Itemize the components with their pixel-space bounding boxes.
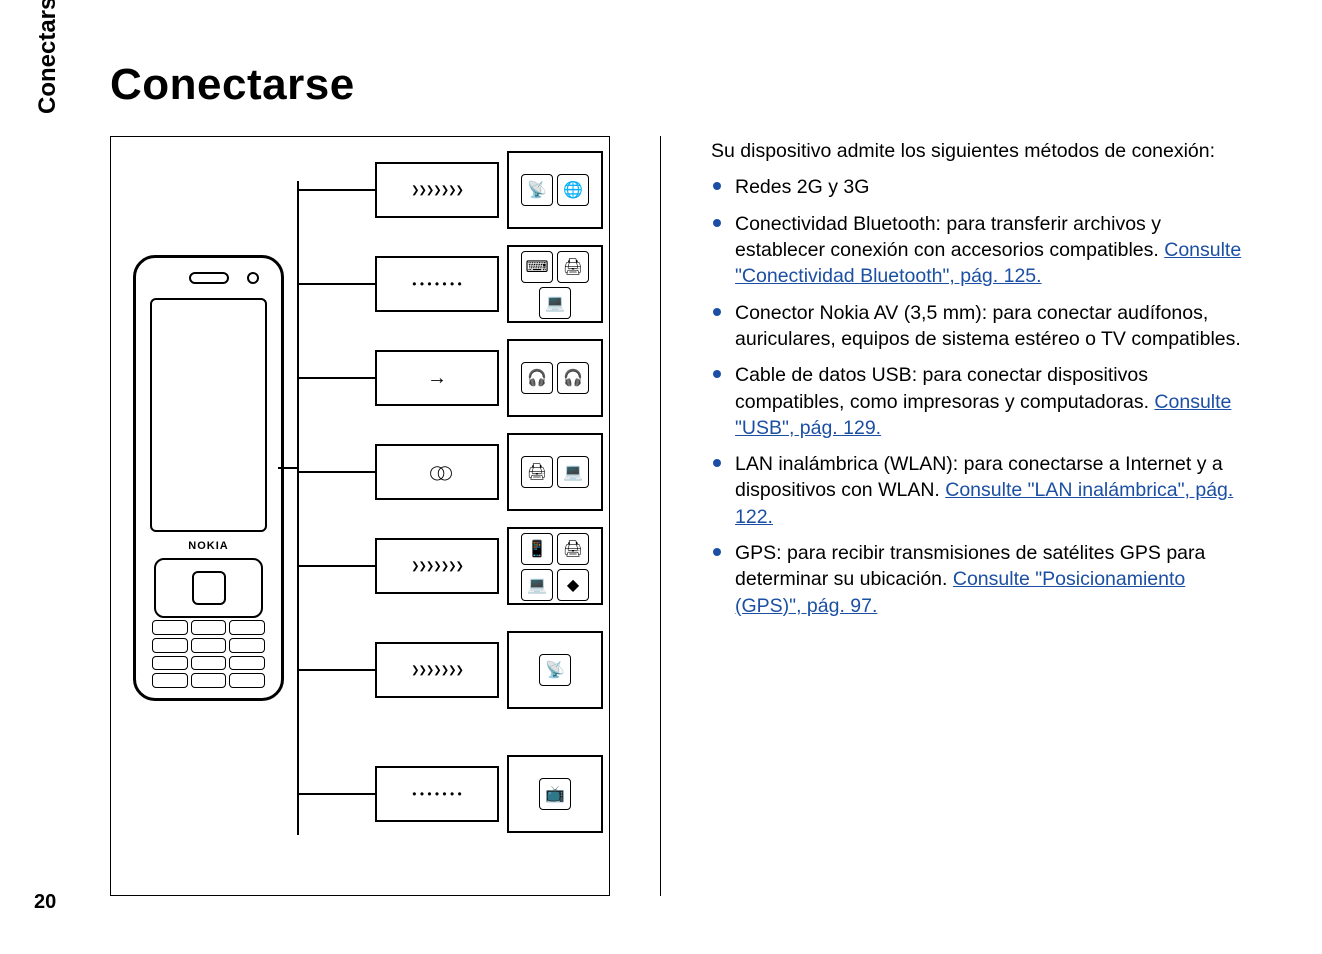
signal-cable-icon [375, 444, 499, 500]
diagram-row: 📡 🌐 [297, 147, 603, 233]
list-item: Conector Nokia AV (3,5 mm): para conecta… [711, 300, 1252, 353]
modem-icon: ◆ [557, 569, 589, 601]
page-title: Conectarse [110, 60, 1252, 110]
diagram-row: 📱 🖨 💻 ◆ [297, 523, 603, 609]
diagram-row: 🎧 🎧 [297, 335, 603, 421]
list-item-text: Conector Nokia AV (3,5 mm): para conecta… [735, 302, 1241, 350]
printer-icon: 🖨 [557, 533, 589, 565]
phone-camera-icon [247, 272, 259, 284]
list-item-text: Redes 2G y 3G [735, 176, 869, 198]
tv-cable-icon: 📺 [539, 778, 571, 810]
phone-illustration: NOKIA [133, 255, 284, 701]
phone-navpad-icon [154, 558, 263, 618]
list-item-text: Conectividad Bluetooth: para transferir … [735, 213, 1164, 261]
earbuds-icon: 🎧 [521, 362, 553, 394]
phone-earpiece-icon [189, 272, 229, 284]
side-running-head: Conectarse [34, 0, 62, 114]
phone-keypad-icon [152, 620, 265, 688]
connection-methods-list: Redes 2G y 3G Conectividad Bluetooth: pa… [711, 174, 1252, 619]
globe-icon: 🌐 [557, 174, 589, 206]
signal-waves-icon [375, 642, 499, 698]
list-item: Conectividad Bluetooth: para transferir … [711, 211, 1252, 290]
signal-arrow-icon [375, 350, 499, 406]
diagram-row: 🖨 💻 [297, 429, 603, 515]
list-item: Redes 2G y 3G [711, 174, 1252, 200]
text-column: Su dispositivo admite los siguientes mét… [711, 136, 1252, 896]
laptop-icon: 💻 [557, 456, 589, 488]
diagram-row: 📺 [297, 751, 603, 837]
phone-icon: 📱 [521, 533, 553, 565]
diagram-row: 📡 [297, 627, 603, 713]
signal-waves-icon [375, 538, 499, 594]
content-columns: NOKIA 📡 🌐 [110, 136, 1252, 896]
list-item: GPS: para recibir transmisiones de satél… [711, 540, 1252, 619]
intro-paragraph: Su dispositivo admite los siguientes mét… [711, 138, 1252, 164]
headphones-icon: 🎧 [557, 362, 589, 394]
connectivity-diagram: NOKIA 📡 🌐 [110, 136, 610, 896]
list-item: Cable de datos USB: para conectar dispos… [711, 362, 1252, 441]
list-item-text: Cable de datos USB: para conectar dispos… [735, 364, 1154, 412]
page-number: 20 [34, 891, 56, 914]
satellite-dish-icon: 📡 [539, 654, 571, 686]
signal-waves-icon [375, 162, 499, 218]
printer-icon: 🖨 [521, 456, 553, 488]
diagram-row: ⌨ 🖨 💻 [297, 241, 603, 327]
diagram-connector [278, 467, 298, 469]
laptop-icon: 💻 [539, 287, 571, 319]
signal-dots-icon [375, 766, 499, 822]
antenna-icon: 📡 [521, 174, 553, 206]
laptop-icon: 💻 [521, 569, 553, 601]
list-item: LAN inalámbrica (WLAN): para conectarse … [711, 451, 1252, 530]
phone-brand: NOKIA [136, 540, 281, 552]
signal-dots-icon [375, 256, 499, 312]
document-page: Conectarse 20 Conectarse NOKIA [0, 0, 1322, 954]
column-divider [660, 136, 661, 896]
phone-screen-icon [150, 298, 267, 532]
printer-icon: 🖨 [557, 251, 589, 283]
keyboard-icon: ⌨ [521, 251, 553, 283]
